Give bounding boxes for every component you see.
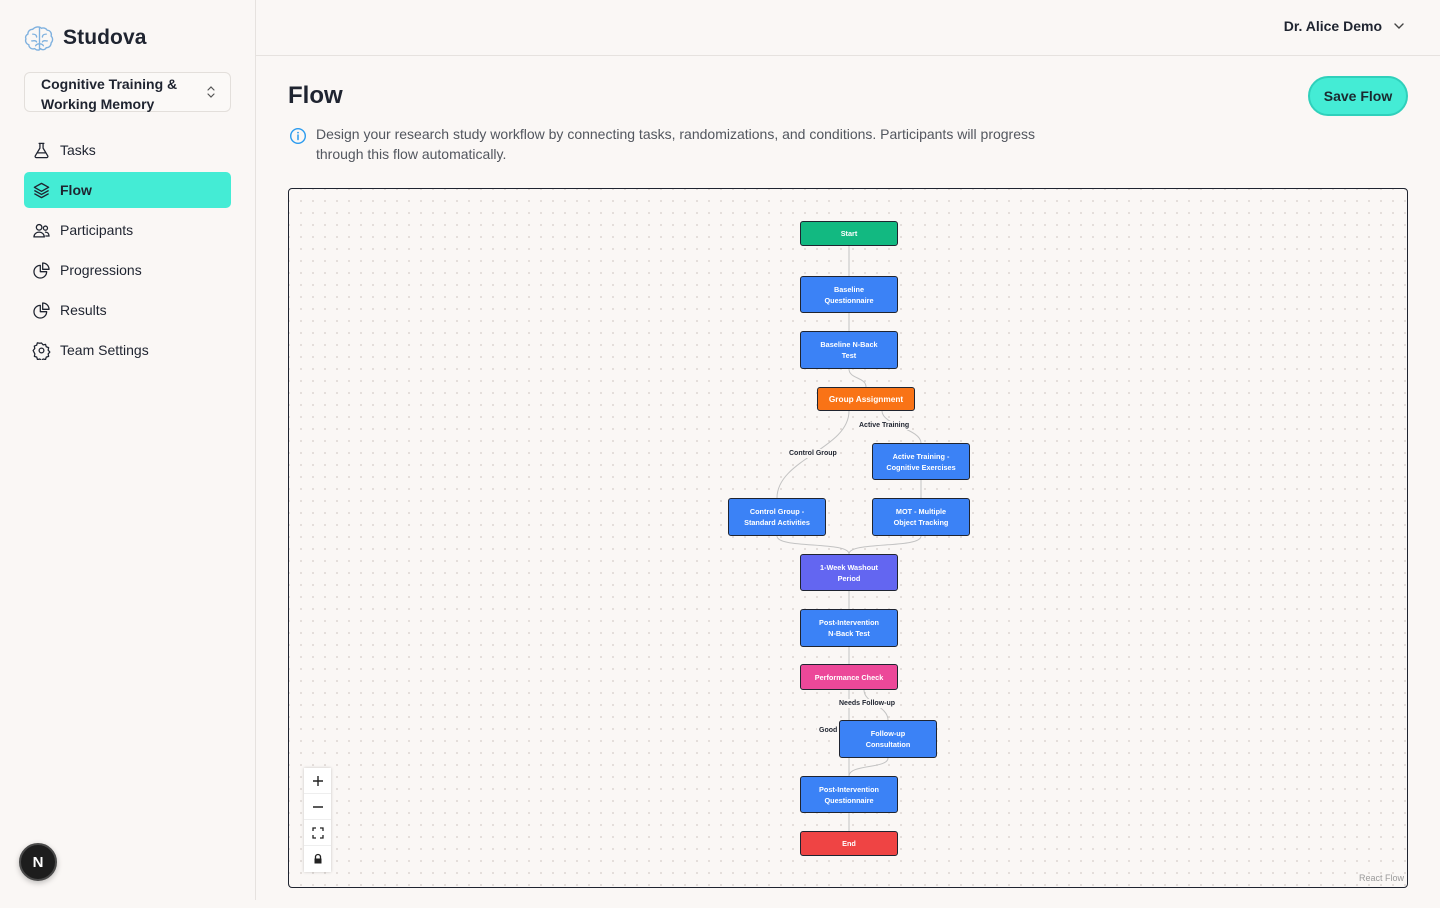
- plus-icon: [312, 775, 323, 786]
- sidebar-item-label: Participants: [60, 222, 134, 238]
- info-icon: [289, 127, 307, 145]
- flow-node-mot[interactable]: MOT - Multiple Object Tracking: [872, 498, 970, 536]
- sidebar-item-label: Team Settings: [60, 342, 149, 358]
- app-name: Studova: [63, 26, 147, 49]
- brain-icon: [24, 26, 54, 51]
- edge-label-control-group: Control Group: [787, 449, 839, 458]
- sidebar-item-label: Flow: [60, 182, 92, 198]
- chevron-down-icon: [1394, 23, 1404, 29]
- flow-node-start[interactable]: Start: [800, 221, 898, 246]
- sidebar-item-team-settings[interactable]: Team Settings: [24, 332, 231, 368]
- edge-label-active-training: Active Training: [857, 421, 912, 430]
- edge: [848, 757, 889, 777]
- dev-badge[interactable]: N: [19, 843, 57, 881]
- sidebar-item-flow[interactable]: Flow: [24, 172, 231, 208]
- flow-node-baseline-questionnaire[interactable]: Baseline Questionnaire: [800, 276, 898, 313]
- user-name: Dr. Alice Demo: [1283, 18, 1382, 34]
- sidebar-item-label: Progressions: [60, 262, 142, 278]
- fit-view-icon: [311, 826, 324, 839]
- zoom-out-button[interactable]: [304, 794, 331, 820]
- sidebar: Studova Cognitive Training & Working Mem…: [0, 0, 256, 900]
- study-selector[interactable]: Cognitive Training & Working Memory: [24, 72, 231, 112]
- study-selector-value: Cognitive Training & Working Memory: [41, 76, 178, 112]
- chevron-up-down-icon: [207, 86, 215, 98]
- brand[interactable]: Studova: [24, 24, 147, 52]
- flow-node-end[interactable]: End: [800, 831, 898, 856]
- sidebar-nav: Tasks Flow Participants Progressions Res…: [24, 132, 231, 372]
- flow-controls: [304, 768, 331, 872]
- flow-node-follow-up[interactable]: Follow-up Consultation: [839, 720, 937, 758]
- minus-icon: [312, 805, 323, 808]
- flow-canvas[interactable]: Active Training Control Group Needs Foll…: [288, 188, 1408, 888]
- flow-node-post-questionnaire[interactable]: Post-Intervention Questionnaire: [800, 776, 898, 813]
- edge-label-needs-follow-up: Needs Follow-up: [837, 699, 897, 708]
- users-icon: [33, 223, 50, 237]
- user-menu[interactable]: Dr. Alice Demo: [1284, 18, 1406, 34]
- fit-view-button[interactable]: [304, 820, 331, 846]
- edge: [848, 535, 922, 555]
- flow-node-performance-check[interactable]: Performance Check: [800, 664, 898, 690]
- top-bar: Dr. Alice Demo: [256, 0, 1440, 56]
- flask-icon: [34, 142, 49, 158]
- save-flow-button[interactable]: Save Flow: [1308, 76, 1408, 116]
- info-description: Design your research study workflow by c…: [316, 126, 1036, 162]
- lock-icon: [314, 853, 321, 864]
- gear-icon: [32, 341, 51, 360]
- sidebar-item-tasks[interactable]: Tasks: [24, 132, 231, 168]
- edge: [848, 368, 867, 388]
- zoom-in-button[interactable]: [304, 768, 331, 794]
- flow-node-post-nback[interactable]: Post-Intervention N-Back Test: [800, 609, 898, 647]
- flow-node-group-assignment[interactable]: Group Assignment: [817, 387, 915, 411]
- flow-node-active-training[interactable]: Active Training - Cognitive Exercises: [872, 443, 970, 480]
- page-title: Flow: [288, 82, 343, 109]
- pie-chart-icon: [33, 261, 50, 279]
- sidebar-item-participants[interactable]: Participants: [24, 212, 231, 248]
- lock-button[interactable]: [304, 846, 331, 872]
- react-flow-attribution[interactable]: React Flow: [1359, 873, 1404, 883]
- sidebar-item-label: Results: [60, 302, 107, 318]
- flow-node-baseline-nback[interactable]: Baseline N-Back Test: [800, 331, 898, 369]
- pie-chart-icon: [33, 301, 50, 319]
- flow-node-washout[interactable]: 1-Week Washout Period: [800, 554, 898, 591]
- edge-label-good: Good: [817, 726, 840, 735]
- sidebar-item-results[interactable]: Results: [24, 292, 231, 328]
- flow-node-control-group[interactable]: Control Group - Standard Activities: [728, 498, 826, 536]
- layers-icon: [33, 182, 50, 198]
- edge: [776, 535, 850, 555]
- sidebar-item-progressions[interactable]: Progressions: [24, 252, 231, 288]
- sidebar-item-label: Tasks: [60, 142, 96, 158]
